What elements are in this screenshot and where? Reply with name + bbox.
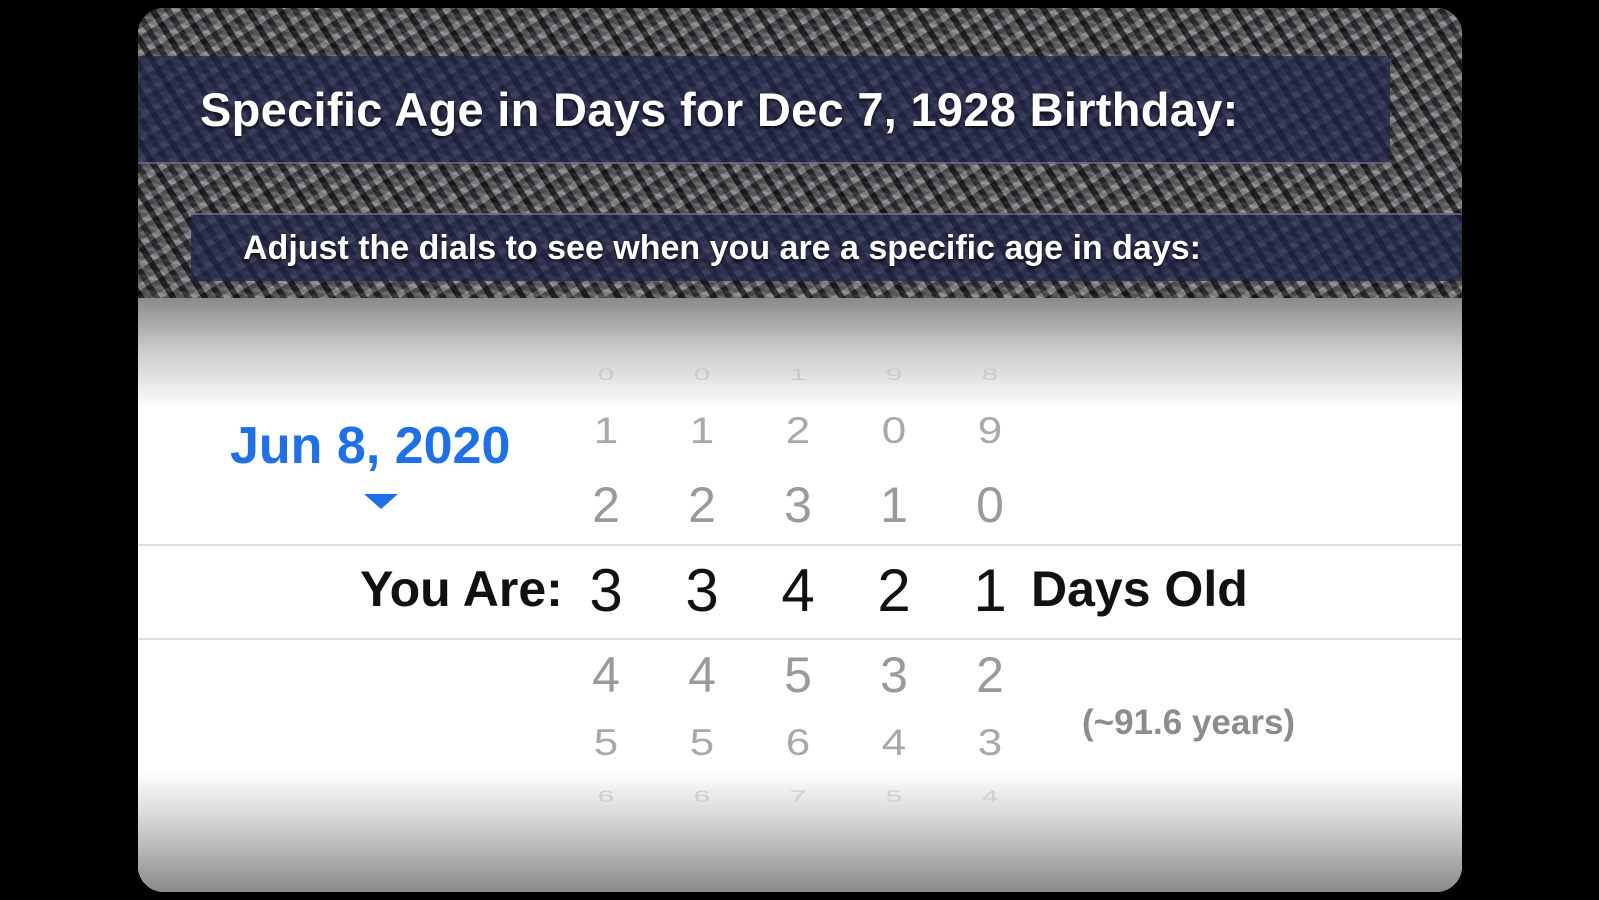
wheel-selected-digit: 1 bbox=[973, 557, 1007, 624]
years-approximation: (~91.6 years) bbox=[1082, 703, 1296, 742]
app-card: Specific Age in Days for Dec 7, 1928 Bir… bbox=[138, 8, 1462, 892]
subtitle-banner: Adjust the dials to see when you are a s… bbox=[191, 213, 1462, 281]
wheel-digit: 0 bbox=[597, 365, 615, 384]
wheel-digit: 1 bbox=[689, 409, 715, 452]
wheel-digit: 0 bbox=[881, 409, 907, 452]
wheel-selected-digit: 2 bbox=[877, 557, 911, 624]
wheel-digit: 2 bbox=[785, 409, 811, 452]
wheel-selected-digit: 3 bbox=[589, 557, 623, 624]
wheel-digit: 2 bbox=[688, 477, 716, 533]
wheel-digit: 1 bbox=[593, 409, 619, 452]
digit-wheel-4[interactable]: 9 0 1 2 3 4 5 bbox=[854, 298, 934, 892]
wheel-digit: 7 bbox=[789, 787, 807, 806]
wheel-selected-digit: 4 bbox=[781, 557, 815, 624]
wheel-digit: 9 bbox=[977, 409, 1003, 452]
digit-wheel-3[interactable]: 1 2 3 4 5 6 7 bbox=[758, 298, 838, 892]
wheel-selected-digit: 3 bbox=[685, 557, 719, 624]
wheel-digit: 2 bbox=[976, 647, 1004, 703]
page-title: Specific Age in Days for Dec 7, 1928 Bir… bbox=[200, 82, 1239, 136]
caret-down-icon[interactable] bbox=[364, 494, 398, 509]
wheel-digit: 6 bbox=[597, 787, 615, 806]
wheel-digit: 1 bbox=[880, 477, 908, 533]
instructions-text: Adjust the dials to see when you are a s… bbox=[243, 228, 1201, 267]
wheel-digit: 4 bbox=[881, 721, 907, 764]
wheel-digit: 5 bbox=[689, 721, 715, 764]
wheel-digit: 4 bbox=[592, 647, 620, 703]
wheel-digit: 0 bbox=[976, 477, 1004, 533]
wheel-digit: 5 bbox=[885, 787, 903, 806]
wheel-digit: 1 bbox=[789, 365, 807, 384]
wheel-digit: 5 bbox=[593, 721, 619, 764]
wheel-digit: 0 bbox=[693, 365, 711, 384]
header-background: Specific Age in Days for Dec 7, 1928 Bir… bbox=[138, 8, 1462, 298]
wheel-digit: 3 bbox=[977, 721, 1003, 764]
age-picker: Jun 8, 2020 You Are: 0 1 2 3 4 5 6 0 1 2… bbox=[138, 298, 1462, 892]
wheel-digit: 3 bbox=[784, 477, 812, 533]
wheel-digit: 2 bbox=[592, 477, 620, 533]
digit-wheel-5[interactable]: 8 9 0 1 2 3 4 bbox=[950, 298, 1030, 892]
wheel-digit: 5 bbox=[784, 647, 812, 703]
wheel-digit: 3 bbox=[880, 647, 908, 703]
days-old-label: Days Old bbox=[1031, 561, 1248, 617]
title-banner: Specific Age in Days for Dec 7, 1928 Bir… bbox=[138, 56, 1390, 164]
digit-wheel-1[interactable]: 0 1 2 3 4 5 6 bbox=[566, 298, 646, 892]
wheel-digit: 6 bbox=[693, 787, 711, 806]
date-label: Jun 8, 2020 bbox=[230, 417, 511, 475]
wheel-digit: 4 bbox=[688, 647, 716, 703]
wheel-digit: 9 bbox=[885, 365, 903, 384]
wheel-digit: 8 bbox=[981, 365, 999, 384]
date-selector-button[interactable]: Jun 8, 2020 bbox=[230, 416, 530, 516]
digit-wheel-2[interactable]: 0 1 2 3 4 5 6 bbox=[662, 298, 742, 892]
you-are-label: You Are: bbox=[360, 561, 563, 617]
wheel-digit: 4 bbox=[981, 787, 999, 806]
wheel-digit: 6 bbox=[785, 721, 811, 764]
